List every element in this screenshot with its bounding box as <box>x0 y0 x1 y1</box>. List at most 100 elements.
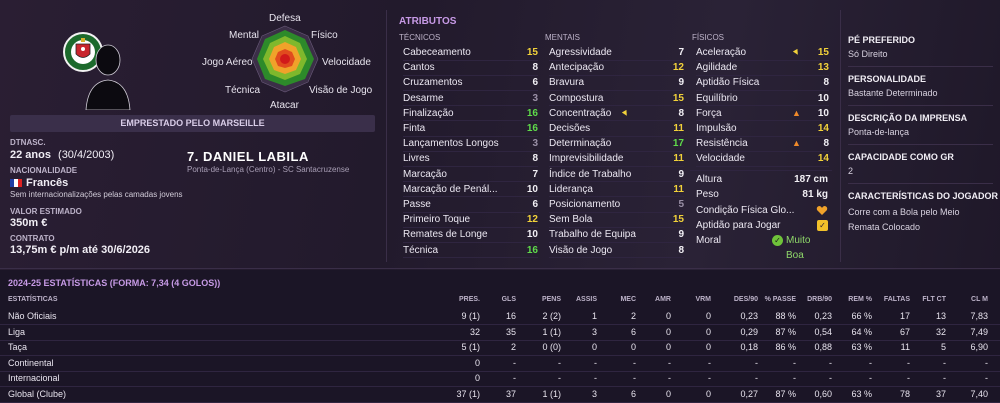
attribute-value: 3 <box>532 92 538 104</box>
morale-value: Muito Boa <box>786 235 811 261</box>
stats-cell: - <box>985 373 988 383</box>
attribute-value: 14 <box>817 153 829 165</box>
attribute-row[interactable]: Agressividade 7 <box>549 45 684 60</box>
attribute-row[interactable]: Concentração ▼ 8 <box>549 106 684 121</box>
attribute-row[interactable]: Força ▲ 10 <box>696 106 829 121</box>
player-name[interactable]: 7. DANIEL LABILA <box>187 149 309 164</box>
attribute-row[interactable]: Resistência ▲ 8 <box>696 136 829 151</box>
media-description-value: Ponta-de-lança <box>848 127 910 137</box>
stats-row[interactable]: Continental 0- - - - - - - - - - - - - <box>0 356 1000 371</box>
attribute-value: 5 <box>678 199 684 210</box>
attribute-row[interactable]: Equilíbrio 10 <box>696 91 829 106</box>
attribute-row[interactable]: Impulsão 14 <box>696 121 829 136</box>
attribute-name: Desarme <box>403 92 444 104</box>
attribute-value: 8 <box>678 244 684 256</box>
match-fitness-row[interactable]: Aptidão para Jogar ✓ <box>696 218 828 233</box>
attribute-row[interactable]: Posicionamento 5 <box>549 197 684 212</box>
player-overview-panel: Defesa Mental Físico Jogo Aéreo Velocida… <box>0 0 385 268</box>
attribute-row[interactable]: Velocidade 14 <box>696 151 829 166</box>
attribute-name: Cantos <box>403 62 435 74</box>
attribute-row[interactable]: Primeiro Toque 12 <box>403 212 538 227</box>
stats-column-header[interactable]: VRM <box>661 296 711 303</box>
player-trait[interactable]: Remata Colocado <box>848 222 920 232</box>
attribute-row[interactable]: Agilidade 13 <box>696 60 829 75</box>
attribute-row[interactable]: Compostura 15 <box>549 91 684 106</box>
attribute-row[interactable]: Desarme 3 <box>403 91 538 106</box>
attribute-row[interactable]: Liderança 11 <box>549 182 684 197</box>
section-divider <box>0 268 1000 269</box>
attribute-row[interactable]: Bravura 9 <box>549 75 684 90</box>
stats-row[interactable]: Global (Clube) 37 (1) 37 1 (1) 3 6 0 0 0,27 87 % 0… <box>0 387 1000 402</box>
attribute-row[interactable]: Lançamentos Longos 3 <box>403 136 538 151</box>
row-divider <box>0 401 1000 403</box>
stats-row[interactable]: Não Oficiais 9 (1) 16 2 (2) 1 2 0 0 0,23 88 % 0,23… <box>0 309 1000 324</box>
attribute-name: Resistência <box>696 138 748 150</box>
stats-cell: 37 <box>505 388 516 399</box>
stats-cell: 0 <box>705 388 711 399</box>
morale-row[interactable]: Moral ✓ Muito Boa <box>696 233 828 261</box>
personality-value: Bastante Determinado <box>848 88 938 98</box>
stats-cell: 7,83 <box>970 311 988 321</box>
attribute-name: Impulsão <box>696 123 737 134</box>
stats-column-header[interactable]: GLS <box>466 296 516 303</box>
attribute-row[interactable]: Passe 6 <box>403 197 538 212</box>
attribute-row[interactable]: Visão de Jogo 8 <box>549 243 684 258</box>
attribute-row[interactable]: Livres 8 <box>403 151 538 166</box>
stats-row[interactable]: Internacional 0- - - - - - - - - - - - - <box>0 371 1000 386</box>
age-value: 22 anos <box>10 149 51 161</box>
attribute-row[interactable]: Remates de Longe 10 <box>403 227 538 242</box>
attribute-row[interactable]: Finta 16 <box>403 121 538 136</box>
attribute-row[interactable]: Cabeceamento 15 <box>403 45 538 60</box>
attribute-row[interactable]: Imprevisibilidade 11 <box>549 151 684 166</box>
stats-column-header[interactable]: CL M <box>938 296 988 303</box>
technical-header: TÉCNICOS <box>399 33 441 42</box>
attribute-row[interactable]: Antecipação 12 <box>549 60 684 75</box>
attribute-radar-chart <box>251 25 319 93</box>
attribute-row[interactable]: Finalização 16 <box>403 106 538 121</box>
stats-cell: 16 <box>505 311 516 321</box>
player-trait[interactable]: Corre com a Bola pelo Meio <box>848 207 960 217</box>
radar-label-speed: Velocidade <box>322 57 371 68</box>
attribute-name: Trabalho de Equipa <box>549 229 636 241</box>
stats-row-label: Internacional <box>8 373 60 383</box>
match-fitness-label: Aptidão para Jogar <box>696 220 781 231</box>
player-traits-heading: CARACTERÍSTICAS DO JOGADOR <box>848 191 999 201</box>
stats-row-label: Global (Clube) <box>8 388 67 399</box>
attribute-row[interactable]: Trabalho de Equipa 9 <box>549 227 684 242</box>
attribute-value: 11 <box>673 183 684 195</box>
stats-row-label: Liga <box>8 326 26 337</box>
condition-row[interactable]: Condição Física Glo... <box>696 203 828 218</box>
attribute-row[interactable]: Marcação de Penál... 10 <box>403 182 538 197</box>
attribute-value: 17 <box>672 138 684 150</box>
attribute-value: 9 <box>678 77 684 89</box>
attribute-row[interactable]: Sem Bola 15 <box>549 212 684 227</box>
attribute-row[interactable]: Decisões 11 <box>549 121 684 136</box>
stats-row[interactable]: Liga 32 35 1 (1) 3 6 0 0 0,29 87 % 0,54 64 % 67 32 7,4… <box>0 325 1000 340</box>
attribute-row[interactable]: Determinação 17 <box>549 136 684 151</box>
dob-label: DTNASC. <box>10 138 46 147</box>
attribute-value: 16 <box>526 107 538 119</box>
attribute-name: Primeiro Toque <box>403 214 471 226</box>
attribute-name: Remates de Longe <box>403 229 488 241</box>
attribute-row[interactable]: Aptidão Física 8 <box>696 75 829 90</box>
attribute-name: Índice de Trabalho <box>549 168 632 180</box>
divider <box>848 105 993 106</box>
attribute-name: Visão de Jogo <box>549 244 613 256</box>
attribute-row[interactable]: Marcação 7 <box>403 167 538 182</box>
attribute-row[interactable]: Aceleração ▼ 15 <box>696 45 829 60</box>
player-position-club[interactable]: Ponta-de-Lança (Centro) - SC Santacruzen… <box>187 165 349 174</box>
stats-cell: 0 <box>705 326 711 337</box>
estimated-value: 350m € <box>10 217 48 229</box>
nationality-value[interactable]: Francês <box>10 177 68 189</box>
fitness-check-icon: ✓ <box>817 220 828 231</box>
attribute-value: 10 <box>526 229 538 241</box>
stats-row[interactable]: Taça 5 (1) 2 0 (0) 0 0 0 0 0,18 86 % 0,88 63 % 11 5 6,… <box>0 340 1000 355</box>
attribute-value: 7 <box>532 168 538 180</box>
attribute-name: Lançamentos Longos <box>403 138 499 150</box>
attribute-row[interactable]: Técnica 16 <box>403 243 538 258</box>
arrow-up-icon: ▲ <box>792 107 801 118</box>
france-flag-icon <box>10 179 22 188</box>
attribute-row[interactable]: Cruzamentos 6 <box>403 75 538 90</box>
attribute-row[interactable]: Cantos 8 <box>403 60 538 75</box>
attribute-row[interactable]: Índice de Trabalho 9 <box>549 167 684 182</box>
